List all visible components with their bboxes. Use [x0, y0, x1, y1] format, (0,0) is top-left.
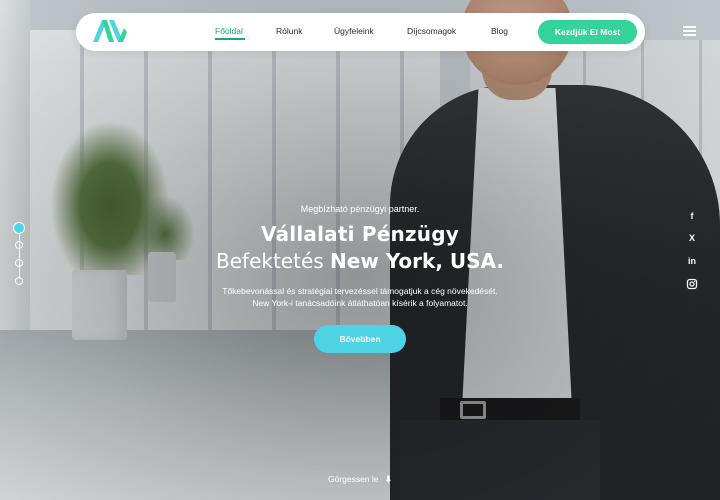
hero-title-line1: Vállalati Pénzügy: [261, 222, 459, 246]
slider-dot-4[interactable]: [15, 277, 23, 285]
arrow-down-icon: ⬇: [384, 474, 393, 484]
scroll-down-link[interactable]: Görgessen le ⬇: [0, 474, 720, 485]
brand-logo-icon[interactable]: [93, 20, 127, 42]
nav-item-clients[interactable]: Ügyfeleink: [334, 26, 374, 36]
nav-item-blog[interactable]: Blog: [491, 26, 508, 36]
hero-description-line2: New York-i tanácsadóink átláthatóan kísé…: [252, 298, 468, 308]
scroll-hint-label: Görgessen le: [327, 474, 379, 484]
hero-kicker: Megbízható pénzügyi partner.: [300, 204, 420, 214]
hero-title-line2: Befektetés New York, USA.: [0, 249, 720, 273]
nav-item-home[interactable]: Főoldal: [215, 26, 243, 36]
learn-more-button[interactable]: Bővebben: [314, 325, 406, 353]
hero-description-line1: Tőkebevonással és stratégiai tervezéssel…: [222, 286, 498, 296]
hero-title-regular: Befektetés: [216, 249, 324, 273]
hamburger-menu-icon[interactable]: [683, 26, 696, 36]
nav-active-underline: [215, 38, 245, 40]
nav-item-about[interactable]: Rólunk: [276, 26, 302, 36]
get-started-button[interactable]: Kezdjük El Most: [538, 20, 637, 44]
nav-item-pricing[interactable]: Díjcsomagok: [407, 26, 456, 36]
hero-title-bold: New York, USA.: [330, 249, 504, 273]
